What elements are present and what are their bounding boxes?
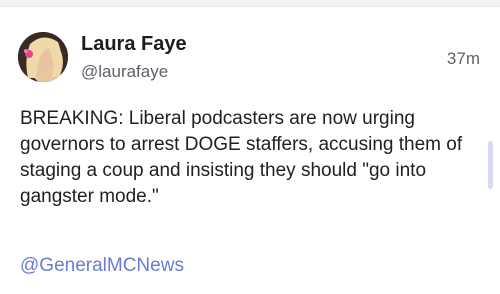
scrollbar-thumb[interactable]	[488, 141, 493, 189]
author-display-name[interactable]: Laura Faye	[81, 33, 187, 56]
post-timestamp[interactable]: 37m	[447, 49, 480, 69]
avatar-image	[18, 32, 68, 82]
post-card: Laura Faye @laurafaye 37m BREAKING: Libe…	[0, 7, 500, 294]
author-handle[interactable]: @laurafaye	[81, 62, 168, 82]
top-divider	[0, 0, 500, 7]
mention-link[interactable]: @GeneralMCNews	[20, 255, 184, 277]
post-body-text: BREAKING: Liberal podcasters are now urg…	[20, 108, 463, 207]
author-avatar[interactable]	[18, 32, 68, 82]
